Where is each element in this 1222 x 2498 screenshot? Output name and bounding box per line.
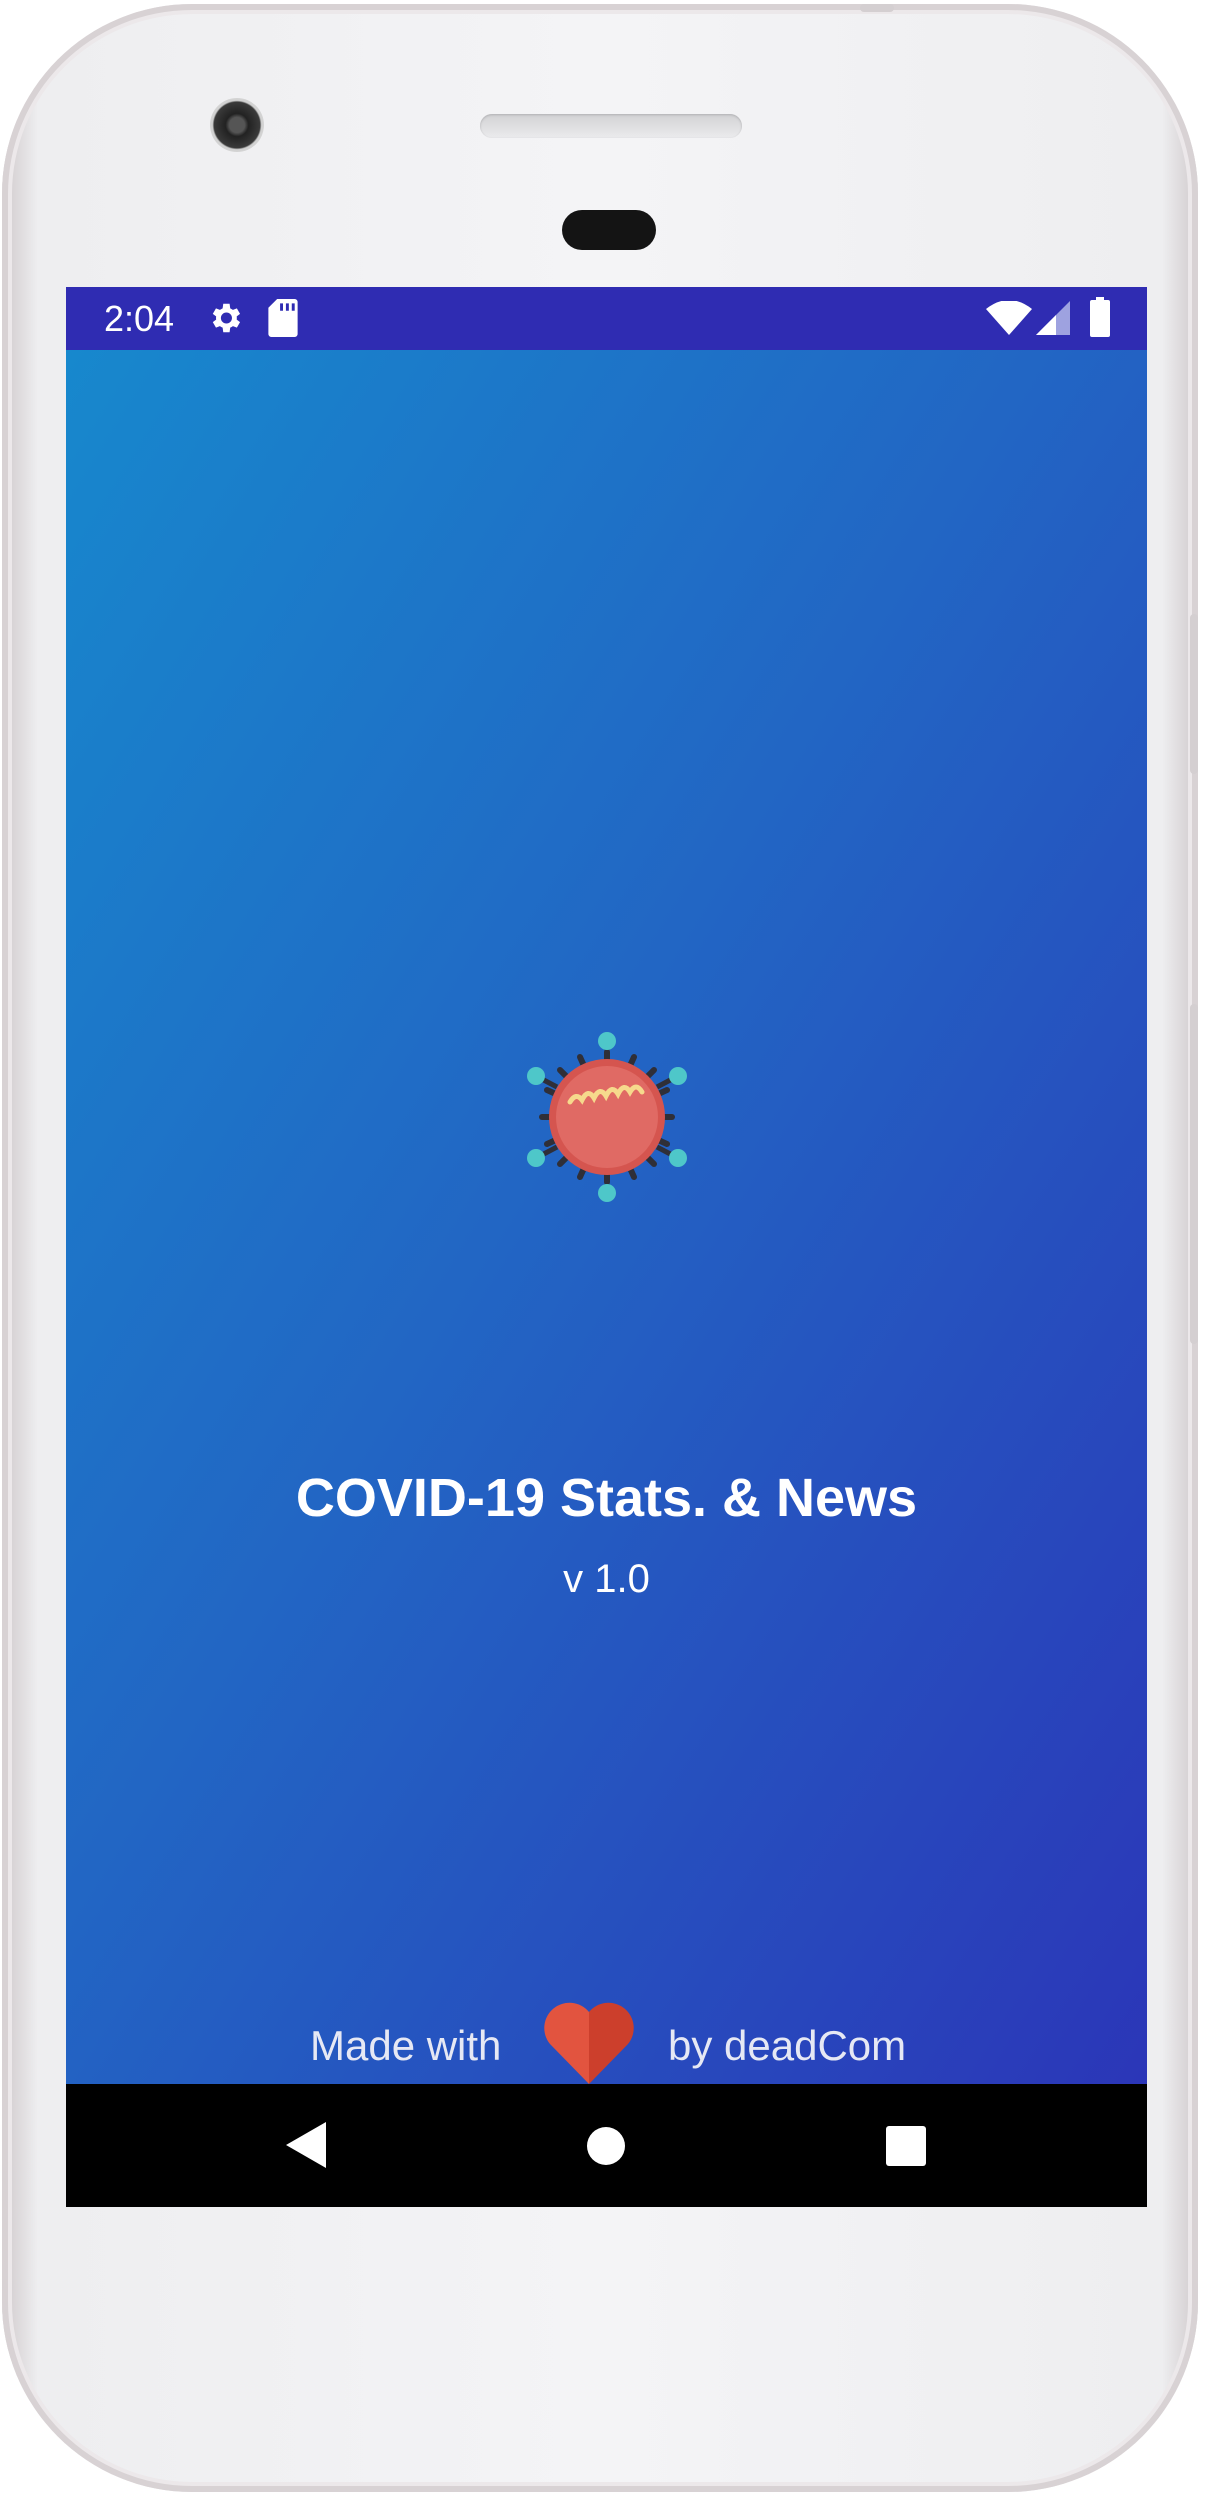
- heart-icon: [544, 2002, 634, 2084]
- screen: 2:04 COVID-19 Stats. & News v 1.0 Made w…: [66, 287, 1147, 2207]
- footer-author-text: by deadCom: [668, 2022, 907, 2069]
- earpiece-speaker: [480, 114, 742, 138]
- status-time: 2:04: [104, 298, 175, 339]
- navigation-bar: [66, 2084, 1147, 2207]
- status-bar: 2:04: [66, 287, 1147, 350]
- splash-screen: COVID-19 Stats. & News v 1.0 Made with b…: [66, 350, 1147, 2084]
- wifi-icon: [986, 300, 1032, 340]
- app-version: v 1.0: [563, 1557, 650, 1601]
- settings-icon: [206, 299, 244, 342]
- proximity-sensor: [562, 210, 656, 250]
- phone-frame: 2:04 COVID-19 Stats. & News v 1.0 Made w…: [2, 4, 1198, 2492]
- recents-button[interactable]: [886, 2126, 926, 2166]
- app-title: COVID-19 Stats. & News: [295, 1468, 918, 1528]
- sd-card-icon: [268, 299, 298, 342]
- cell-signal-icon: [1036, 301, 1070, 340]
- front-camera: [210, 98, 264, 152]
- power-button: [1190, 614, 1198, 774]
- back-button[interactable]: [286, 2122, 330, 2168]
- footer-made-with-text: Made with: [310, 2022, 502, 2069]
- top-button: [860, 4, 894, 12]
- battery-icon: [1090, 297, 1110, 342]
- virus-icon: [527, 1032, 687, 1202]
- home-button[interactable]: [586, 2126, 626, 2166]
- volume-button: [1190, 1004, 1198, 1344]
